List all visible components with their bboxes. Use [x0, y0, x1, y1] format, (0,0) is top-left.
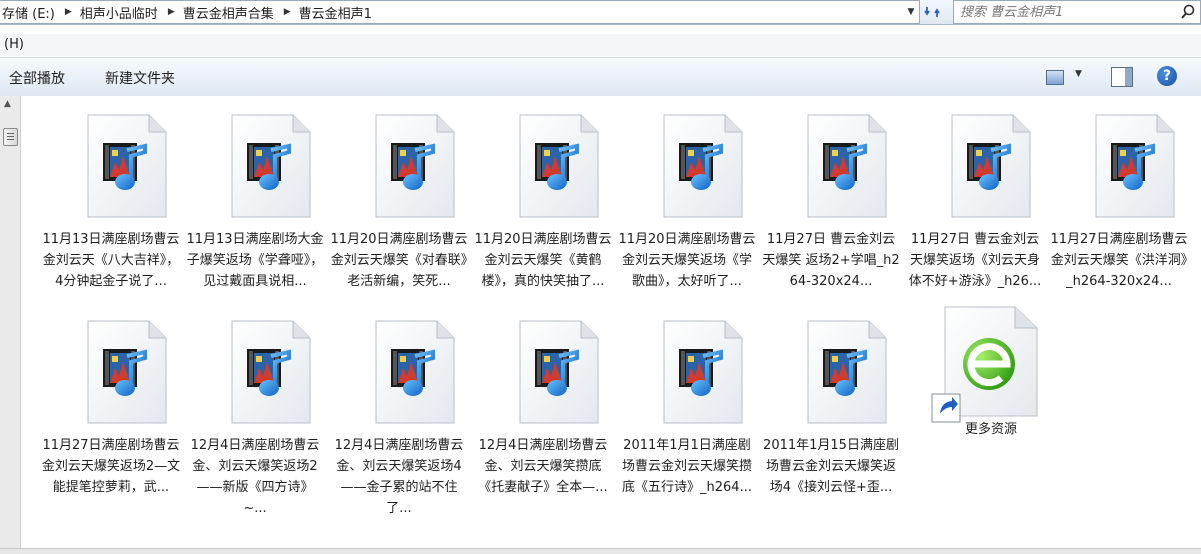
file-item[interactable]: 11月27日满座剧场曹云金刘云天爆笑《洪洋洞》_h264-320x24...	[1049, 96, 1189, 301]
media-file-icon[interactable]	[807, 114, 887, 218]
file-label[interactable]: 12月4日满座剧场曹云金、刘云天爆笑攒底《托妻献子》全本—...	[473, 435, 613, 498]
file-label[interactable]: 11月27日满座剧场曹云金刘云天爆笑返场2—文能提笔控萝莉，武...	[41, 435, 181, 498]
file-item[interactable]: 11月20日满座剧场曹云金刘云天爆笑《黄鹤楼》，真的快笑抽了...	[473, 96, 613, 301]
menu-bar: (H)	[0, 34, 1201, 56]
file-label[interactable]: 2011年1月1日满座剧场曹云金刘云天爆笑攒底《五行诗》_h264...	[617, 435, 757, 498]
file-label[interactable]: 11月20日满座剧场曹云金刘云天爆笑《对春联》老活新编，笑死...	[329, 229, 469, 292]
shortcut-item[interactable]: 更多资源	[905, 302, 1045, 507]
file-item[interactable]: 12月4日满座剧场曹云金、刘云天爆笑返场2——新版《四方诗》~...	[185, 302, 325, 516]
file-item[interactable]: 2011年1月1日满座剧场曹云金刘云天爆笑攒底《五行诗》_h264...	[617, 302, 757, 507]
vertical-scrollbar[interactable]: ▲	[0, 96, 21, 548]
breadcrumb-arrow-icon[interactable]: ▶	[59, 7, 78, 17]
file-item[interactable]: 11月27日 曹云金刘云天爆笑返场《刘云天身体不好+游泳》_h26...	[905, 96, 1045, 301]
media-file-icon[interactable]	[951, 114, 1031, 218]
breadcrumb-arrow-icon[interactable]: ▶	[278, 7, 297, 17]
file-item[interactable]: 11月13日满座剧场曹云金刘云天《八大吉祥》，4分钟起金子说了...	[41, 96, 181, 301]
menu-help[interactable]: (H)	[4, 37, 24, 52]
file-item[interactable]: 12月4日满座剧场曹云金、刘云天爆笑返场4——金子累的站不住了...	[329, 302, 469, 516]
file-label[interactable]: 11月27日 曹云金刘云天爆笑 返场2+学唱_h264-320x24...	[761, 229, 901, 292]
search-box[interactable]	[953, 0, 1201, 24]
breadcrumb-arrow-icon[interactable]: ▶	[162, 7, 181, 17]
address-bar[interactable]: 存储 (E:) ▶ 相声小品临时 ▶ 曹云金相声合集 ▶ 曹云金相声1 ▼	[0, 0, 920, 24]
file-item[interactable]: 2011年1月15日满座剧场曹云金刘云天爆笑返场4《接刘云怪+歪...	[761, 302, 901, 507]
view-dropdown-icon[interactable]: ▼	[1075, 69, 1082, 79]
file-list: 11月13日满座剧场曹云金刘云天《八大吉祥》，4分钟起金子说了... 11月13…	[21, 96, 1201, 548]
new-folder-button[interactable]: 新建文件夹	[105, 68, 175, 88]
file-item[interactable]: 11月20日满座剧场曹云金刘云天爆笑返场《学歌曲》，太好听了...	[617, 96, 757, 301]
help-icon[interactable]: ?	[1157, 66, 1177, 86]
media-file-icon[interactable]	[663, 114, 743, 218]
file-label[interactable]: 11月13日满座剧场曹云金刘云天《八大吉祥》，4分钟起金子说了...	[41, 229, 181, 292]
file-item[interactable]: 11月27日满座剧场曹云金刘云天爆笑返场2—文能提笔控萝莉，武...	[41, 302, 181, 507]
media-file-icon[interactable]	[1095, 114, 1175, 218]
media-file-icon[interactable]	[231, 320, 311, 424]
preview-pane-icon[interactable]	[1111, 67, 1133, 87]
address-bar-area: 存储 (E:) ▶ 相声小品临时 ▶ 曹云金相声合集 ▶ 曹云金相声1 ▼	[0, 0, 1201, 25]
ie-shortcut-icon[interactable]	[931, 306, 1041, 426]
breadcrumb-folder-3[interactable]: 曹云金相声1	[297, 3, 376, 22]
command-bar: 全部播放 新建文件夹 ▼ ?	[0, 57, 1201, 97]
file-item[interactable]: 11月20日满座剧场曹云金刘云天爆笑《对春联》老活新编，笑死...	[329, 96, 469, 301]
scroll-thumb[interactable]	[3, 128, 18, 146]
media-file-icon[interactable]	[375, 320, 455, 424]
file-label[interactable]: 11月27日满座剧场曹云金刘云天爆笑《洪洋洞》_h264-320x24...	[1049, 229, 1189, 292]
search-icon[interactable]	[1180, 4, 1196, 20]
play-all-button[interactable]: 全部播放	[9, 68, 65, 88]
file-label[interactable]: 11月20日满座剧场曹云金刘云天爆笑《黄鹤楼》，真的快笑抽了...	[473, 229, 613, 292]
file-label[interactable]: 12月4日满座剧场曹云金、刘云天爆笑返场2——新版《四方诗》~...	[185, 435, 325, 519]
search-input[interactable]	[960, 1, 1160, 23]
file-item[interactable]: 11月13日满座剧场大金子爆笑返场《学聋哑》，见过戴面具说相...	[185, 96, 325, 301]
file-label[interactable]: 12月4日满座剧场曹云金、刘云天爆笑返场4——金子累的站不住了...	[329, 435, 469, 519]
file-label[interactable]: 11月13日满座剧场大金子爆笑返场《学聋哑》，见过戴面具说相...	[185, 229, 325, 292]
file-label[interactable]: 11月27日 曹云金刘云天爆笑返场《刘云天身体不好+游泳》_h26...	[905, 229, 1045, 292]
file-label[interactable]: 11月20日满座剧场曹云金刘云天爆笑返场《学歌曲》，太好听了...	[617, 229, 757, 292]
scroll-up-icon[interactable]: ▲	[4, 99, 11, 109]
media-file-icon[interactable]	[519, 320, 599, 424]
view-options-icon[interactable]	[1046, 70, 1064, 85]
media-file-icon[interactable]	[231, 114, 311, 218]
address-dropdown-icon[interactable]: ▼	[903, 1, 919, 23]
breadcrumb-drive[interactable]: 存储 (E:)	[0, 3, 59, 22]
file-label[interactable]: 更多资源	[921, 419, 1061, 440]
media-file-icon[interactable]	[807, 320, 887, 424]
media-file-icon[interactable]	[87, 320, 167, 424]
file-label[interactable]: 2011年1月15日满座剧场曹云金刘云天爆笑返场4《接刘云怪+歪...	[761, 435, 901, 498]
breadcrumb-folder-1[interactable]: 相声小品临时	[78, 3, 162, 22]
file-item[interactable]: 12月4日满座剧场曹云金、刘云天爆笑攒底《托妻献子》全本—...	[473, 302, 613, 507]
media-file-icon[interactable]	[519, 114, 599, 218]
file-item[interactable]: 11月27日 曹云金刘云天爆笑 返场2+学唱_h264-320x24...	[761, 96, 901, 301]
media-file-icon[interactable]	[87, 114, 167, 218]
media-file-icon[interactable]	[375, 114, 455, 218]
breadcrumb-folder-2[interactable]: 曹云金相声合集	[181, 3, 278, 22]
refresh-icon[interactable]	[921, 1, 945, 23]
status-divider	[0, 548, 1201, 554]
media-file-icon[interactable]	[663, 320, 743, 424]
